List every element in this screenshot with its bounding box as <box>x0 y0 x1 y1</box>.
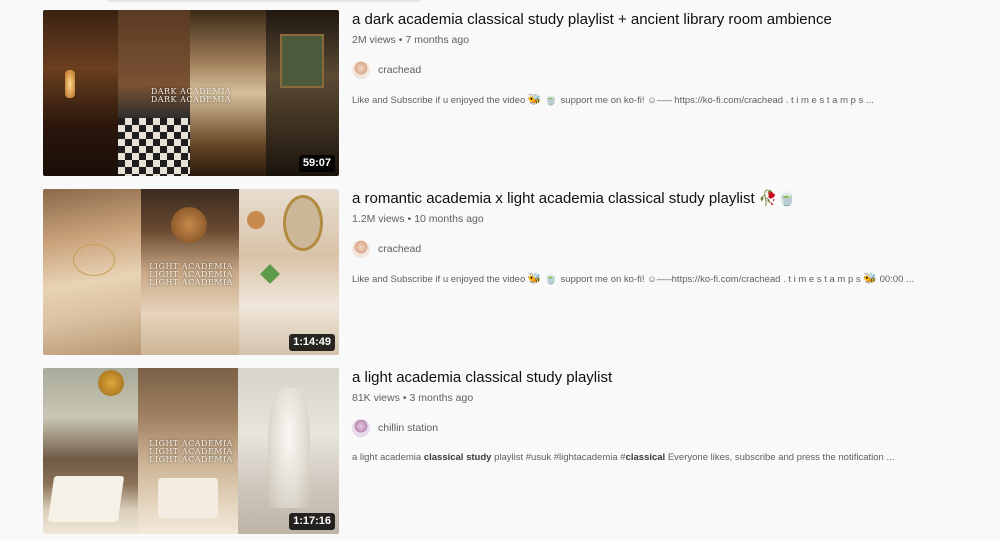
desc-text: support me on ko-fi! <box>557 274 648 285</box>
tea-emoji: 🍵 <box>544 94 558 106</box>
duration-badge: 59:07 <box>298 155 335 172</box>
channel-name[interactable]: crachead <box>378 243 421 255</box>
painting-frame <box>280 34 324 88</box>
channel-link[interactable]: chillin station <box>352 416 982 440</box>
view-count: 81K views <box>352 392 400 404</box>
desc-text: 00:00 ... <box>877 274 914 285</box>
channel-avatar[interactable] <box>352 240 370 258</box>
open-book <box>47 476 125 522</box>
thumbnail-caption: LIGHT ACADEMIA LIGHT ACADEMIA LIGHT ACAD… <box>149 262 233 287</box>
video-info: a romantic academia x light academia cla… <box>352 189 982 287</box>
video-title[interactable]: a dark academia classical study playlist… <box>352 10 982 30</box>
hair-bun <box>171 207 207 243</box>
desc-text: playlist #usuk #lightacademia # <box>491 452 626 463</box>
channel-link[interactable]: crachead <box>352 58 982 82</box>
video-meta: 81K views • 3 months ago <box>352 390 982 406</box>
book <box>158 478 218 518</box>
desc-text: Like and Subscribe if u enjoyed the vide… <box>352 95 528 106</box>
desc-text: a light academia <box>352 452 424 463</box>
view-count: 1.2M views <box>352 213 405 225</box>
desc-text: Everyone likes, subscribe and press the … <box>665 452 895 463</box>
meta-separator: • <box>398 34 403 46</box>
mirror <box>283 195 323 251</box>
desc-text: —–https://ko-fi.com/crachead . t i m e s… <box>656 274 864 285</box>
duration-badge: 1:17:16 <box>289 513 335 530</box>
video-result[interactable]: DARK ACADEMIA DARK ACADEMIA 59:07 a dark… <box>43 10 983 176</box>
video-thumbnail[interactable]: LIGHT ACADEMIA LIGHT ACADEMIA LIGHT ACAD… <box>43 189 339 355</box>
bee-emoji: 🐝 <box>527 94 542 106</box>
title-text: a romantic academia x light academia cla… <box>352 190 759 207</box>
video-result[interactable]: LIGHT ACADEMIA LIGHT ACADEMIA LIGHT ACAD… <box>43 368 983 534</box>
video-info: a dark academia classical study playlist… <box>352 10 982 108</box>
desc-text: —– https://ko-fi.com/crachead . t i m e … <box>656 95 874 106</box>
channel-name[interactable]: crachead <box>378 64 421 76</box>
rose-tea-emoji: 🥀🍵 <box>758 190 797 207</box>
smile-emoji: ☺ <box>647 95 657 106</box>
video-result[interactable]: LIGHT ACADEMIA LIGHT ACADEMIA LIGHT ACAD… <box>43 189 983 355</box>
upload-age: 10 months ago <box>414 213 484 225</box>
video-info: a light academia classical study playlis… <box>352 368 982 465</box>
sunflower <box>98 370 124 396</box>
meta-separator: • <box>407 213 412 225</box>
video-description: a light academia classical study playlis… <box>352 451 982 465</box>
bee-emoji: 🐝 <box>863 273 877 285</box>
thumbnail-caption: DARK ACADEMIA DARK ACADEMIA <box>150 87 232 104</box>
video-thumbnail[interactable]: DARK ACADEMIA DARK ACADEMIA 59:07 <box>43 10 339 176</box>
top-divider <box>108 0 420 2</box>
video-description: Like and Subscribe if u enjoyed the vide… <box>352 272 982 287</box>
flower <box>247 211 265 229</box>
video-title[interactable]: a light academia classical study playlis… <box>352 368 982 388</box>
channel-avatar[interactable] <box>352 61 370 79</box>
video-thumbnail[interactable]: LIGHT ACADEMIA LIGHT ACADEMIA LIGHT ACAD… <box>43 368 339 534</box>
view-count: 2M views <box>352 34 396 46</box>
channel-avatar[interactable] <box>352 419 370 437</box>
duration-badge: 1:14:49 <box>289 334 335 351</box>
channel-name[interactable]: chillin station <box>378 422 438 434</box>
upload-age: 3 months ago <box>409 392 474 404</box>
upload-age: 7 months ago <box>405 34 470 46</box>
smile-emoji: ☺ <box>647 274 657 285</box>
video-title[interactable]: a romantic academia x light academia cla… <box>352 189 982 209</box>
channel-link[interactable]: crachead <box>352 237 982 261</box>
video-meta: 1.2M views • 10 months ago <box>352 211 982 227</box>
desc-text: support me on ko-fi! <box>557 95 648 106</box>
checkered-floor <box>118 118 190 176</box>
video-meta: 2M views • 7 months ago <box>352 32 982 48</box>
desc-text: Like and Subscribe if u enjoyed the vide… <box>352 274 528 285</box>
video-description: Like and Subscribe if u enjoyed the vide… <box>352 93 982 108</box>
desc-highlight: classical study <box>423 452 492 463</box>
thumbnail-caption: LIGHT ACADEMIA LIGHT ACADEMIA LIGHT ACAD… <box>149 439 233 464</box>
meta-separator: • <box>402 392 407 404</box>
desc-highlight: classical <box>625 452 666 463</box>
tea-emoji: 🍵 <box>544 273 558 285</box>
bee-emoji: 🐝 <box>527 273 542 285</box>
